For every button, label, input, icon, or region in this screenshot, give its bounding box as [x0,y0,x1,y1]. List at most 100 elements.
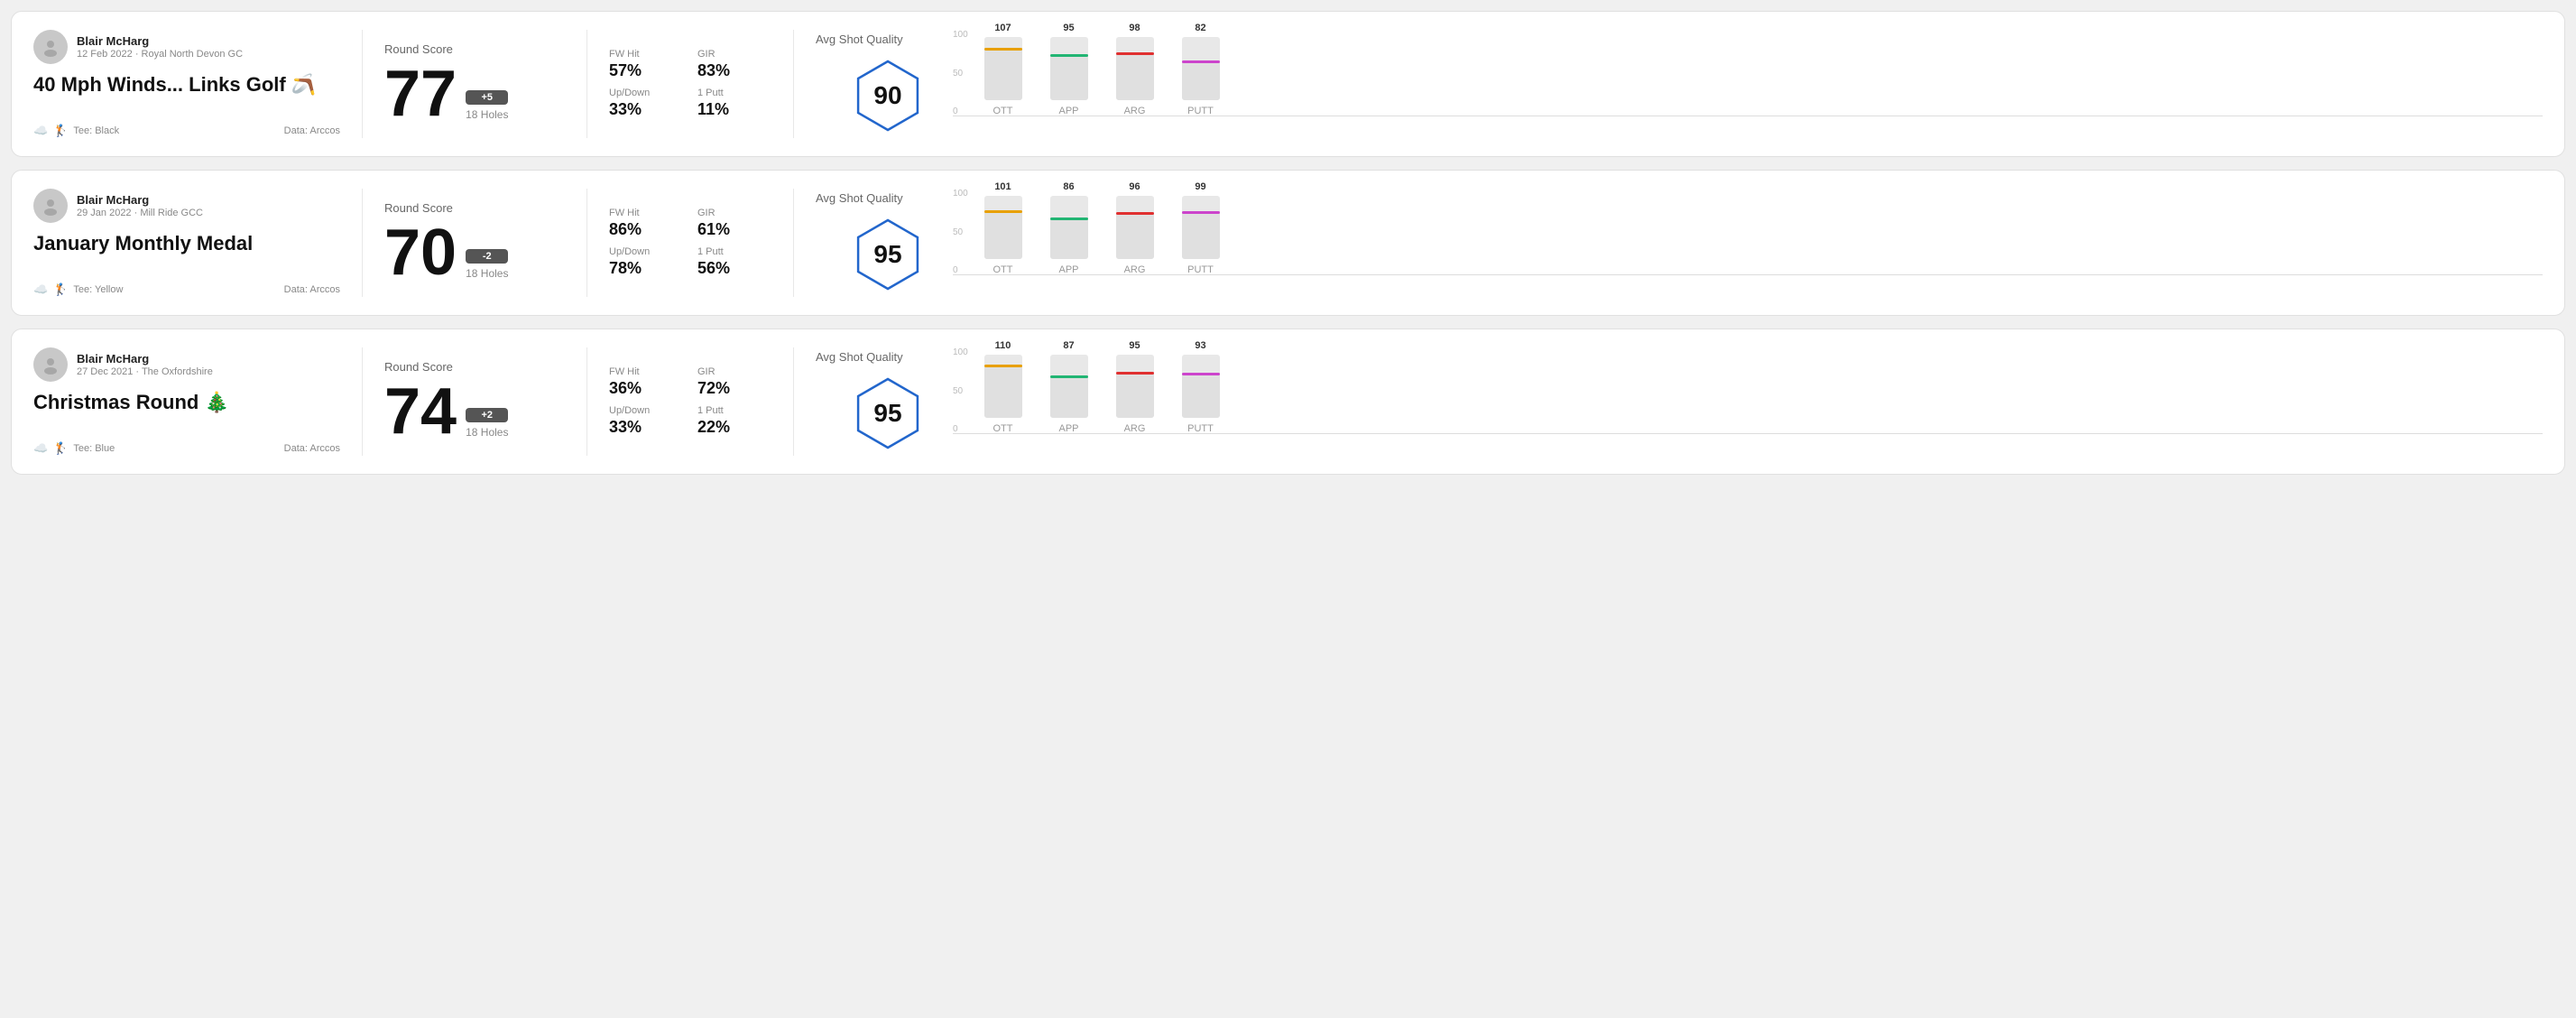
gir-value: 83% [697,61,771,80]
score-badge-holes: +5 18 Holes [466,90,508,126]
user-name: Blair McHarg [77,193,203,207]
section-divider-3 [793,189,794,297]
section-divider-3 [793,347,794,456]
oneputt-value: 11% [697,100,771,119]
bar-label: OTT [993,106,1013,116]
bar-value: 98 [1129,23,1140,33]
fw-hit-value: 57% [609,61,683,80]
user-date-course: 29 Jan 2022 · Mill Ride GCC [77,208,203,218]
gir-label: GIR [697,366,771,377]
oneputt-label: 1 Putt [697,246,771,257]
fw-hit-stat: FW Hit 57% [609,49,683,80]
user-date-course: 27 Dec 2021 · The Oxfordshire [77,366,213,377]
bar-wrapper [984,37,1022,100]
score-row: 70 -2 18 Holes [384,220,565,285]
left-section: Blair McHarg 27 Dec 2021 · The Oxfordshi… [33,347,340,456]
bar-label: APP [1058,106,1078,116]
bar-label: OTT [993,264,1013,275]
score-row: 77 +5 18 Holes [384,61,565,126]
bar-value: 107 [994,23,1011,33]
avatar [33,30,68,64]
score-section: Round Score 77 +5 18 Holes [384,30,565,138]
fw-hit-label: FW Hit [609,49,683,60]
gir-value: 61% [697,220,771,239]
bar-value: 101 [994,181,1011,192]
section-divider-2 [586,347,587,456]
section-divider [362,30,363,138]
gir-stat: GIR 72% [697,366,771,398]
quality-section: Avg Shot Quality 95 [816,347,960,456]
flag-icon: 🏌️ [53,441,68,456]
flag-icon: 🏌️ [53,282,68,297]
cloud-icon: ☁️ [33,124,48,138]
round-footer: ☁️ 🏌️ Tee: Blue Data: Arccos [33,441,340,456]
fw-hit-label: FW Hit [609,208,683,218]
tee-label: Tee: Yellow [73,284,123,295]
bar-wrapper [1182,196,1220,259]
score-badge: +2 [466,408,508,422]
bar-value: 93 [1195,340,1205,351]
score-badge-holes: -2 18 Holes [466,249,508,285]
user-info: Blair McHarg 12 Feb 2022 · Royal North D… [33,30,340,64]
oneputt-label: 1 Putt [697,88,771,98]
quality-score: 95 [873,240,901,269]
fw-hit-stat: FW Hit 86% [609,208,683,239]
bar-label: PUTT [1187,264,1214,275]
bar-group: 86 APP [1044,181,1094,275]
bar-label: PUTT [1187,423,1214,434]
oneputt-label: 1 Putt [697,405,771,416]
oneputt-stat: 1 Putt 22% [697,405,771,437]
user-details: Blair McHarg 12 Feb 2022 · Royal North D… [77,34,243,60]
tee-info: ☁️ 🏌️ Tee: Yellow [33,282,123,297]
data-source: Data: Arccos [284,284,340,295]
score-number: 77 [384,61,457,126]
bar-wrapper [1050,37,1088,100]
bar-group: 93 PUTT [1176,340,1225,434]
user-name: Blair McHarg [77,34,243,48]
bar-value: 87 [1063,340,1074,351]
chart-y-axis: 100 50 0 [953,30,968,116]
data-source: Data: Arccos [284,443,340,454]
round-card: Blair McHarg 27 Dec 2021 · The Oxfordshi… [11,329,2565,475]
tee-info: ☁️ 🏌️ Tee: Black [33,124,119,138]
round-title: January Monthly Medal [33,232,340,255]
chart-section: 100 50 0 101 OTT 86 [960,189,2543,297]
stats-grid: FW Hit 36% GIR 72% Up/Down 33% 1 Putt 22… [609,366,771,437]
oneputt-stat: 1 Putt 56% [697,246,771,278]
bar-group: 82 PUTT [1176,23,1225,116]
updown-label: Up/Down [609,246,683,257]
chart-section: 100 50 0 110 OTT 87 [960,347,2543,456]
round-title: Christmas Round 🎄 [33,391,340,414]
chart-y-axis: 100 50 0 [953,347,968,434]
bar-wrapper [1182,37,1220,100]
bar-group: 110 OTT [978,340,1028,434]
oneputt-stat: 1 Putt 11% [697,88,771,119]
bar-group: 101 OTT [978,181,1028,275]
hexagon-container: 95 [847,214,928,295]
bar-label: APP [1058,423,1078,434]
updown-value: 33% [609,100,683,119]
bar-label: ARG [1124,423,1146,434]
fw-hit-value: 86% [609,220,683,239]
section-divider [362,347,363,456]
updown-label: Up/Down [609,405,683,416]
bar-wrapper [1182,355,1220,418]
score-number: 70 [384,220,457,285]
bar-group: 107 OTT [978,23,1028,116]
stats-grid: FW Hit 57% GIR 83% Up/Down 33% 1 Putt 11… [609,49,771,119]
bar-value: 86 [1063,181,1074,192]
bar-chart: 100 50 0 107 OTT 95 [978,30,2543,138]
bar-wrapper [984,196,1022,259]
tee-label: Tee: Black [73,125,119,136]
quality-label: Avg Shot Quality [816,32,903,46]
quality-label: Avg Shot Quality [816,350,903,364]
avatar [33,347,68,382]
quality-score: 95 [873,399,901,428]
quality-score: 90 [873,81,901,110]
round-footer: ☁️ 🏌️ Tee: Black Data: Arccos [33,124,340,138]
bar-value: 95 [1129,340,1140,351]
user-details: Blair McHarg 29 Jan 2022 · Mill Ride GCC [77,193,203,218]
bar-group: 95 ARG [1110,340,1159,434]
bar-wrapper [1050,196,1088,259]
section-divider-3 [793,30,794,138]
